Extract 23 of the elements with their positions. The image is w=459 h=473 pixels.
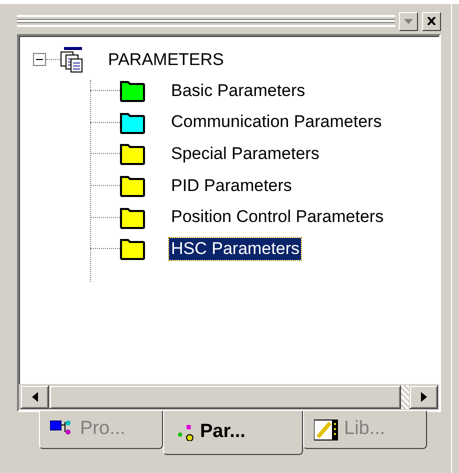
tree-item[interactable]: PID Parameters: [169, 174, 294, 197]
minus-icon: [36, 59, 43, 60]
right-arrow-icon: [420, 392, 426, 402]
tree-item[interactable]: Basic Parameters: [169, 80, 308, 102]
scroll-left-button[interactable]: [20, 385, 49, 409]
collapse-toggle[interactable]: [33, 53, 46, 66]
tree-item[interactable]: HSC Parameters: [169, 238, 302, 260]
tab[interactable]: Par...: [163, 411, 303, 455]
tree-root-label[interactable]: PARAMETERS: [106, 48, 226, 70]
tree-item[interactable]: Special Parameters: [169, 142, 322, 165]
documents-icon: [60, 46, 84, 72]
close-button[interactable]: [422, 12, 441, 30]
scrollbar-thumb[interactable]: [49, 385, 401, 409]
caret-icon: [404, 18, 413, 24]
title-grip[interactable]: [17, 15, 395, 27]
close-icon: [427, 17, 436, 25]
left-arrow-icon: [32, 392, 38, 402]
dots-icon: [178, 424, 194, 440]
scrollbar-track[interactable]: [401, 385, 409, 409]
tree-item[interactable]: Communication Parameters: [169, 111, 384, 134]
dropdown-button[interactable]: [399, 12, 418, 30]
tree-item[interactable]: Position Control Parameters: [169, 206, 386, 228]
scroll-right-button[interactable]: [409, 385, 438, 409]
